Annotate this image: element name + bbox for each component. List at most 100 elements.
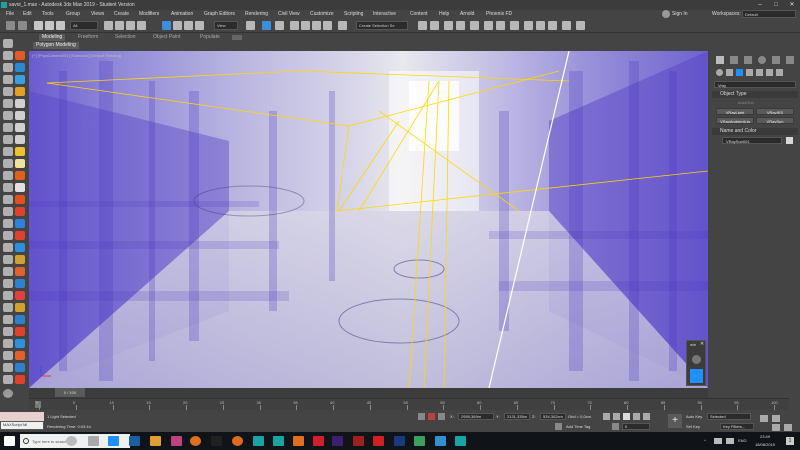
link-icon[interactable] bbox=[34, 21, 43, 30]
menu-civil-view[interactable]: Civil View bbox=[278, 11, 300, 17]
utilities-tab-icon[interactable] bbox=[786, 56, 794, 64]
display-tab-icon[interactable] bbox=[772, 56, 780, 64]
configure-icon[interactable] bbox=[3, 315, 13, 324]
create-cone-icon[interactable] bbox=[15, 99, 25, 108]
display-none-icon[interactable] bbox=[3, 63, 13, 72]
set-key-button[interactable]: Set Key bbox=[686, 424, 700, 429]
toggle-scene-explorer-icon[interactable] bbox=[444, 21, 453, 30]
spinner-snap-icon[interactable] bbox=[323, 21, 332, 30]
chrome-second-icon[interactable] bbox=[435, 436, 446, 446]
workspaces-select[interactable]: Default bbox=[742, 10, 796, 18]
bind-space-warp-icon[interactable] bbox=[56, 21, 65, 30]
vray-bitmap-icon[interactable] bbox=[15, 327, 25, 336]
select-and-move-icon[interactable] bbox=[162, 21, 171, 30]
geometry-icon[interactable] bbox=[716, 69, 723, 76]
clock-time[interactable]: 23:49 bbox=[760, 434, 770, 439]
viewport-camera[interactable]: [+] [PhysCamera001] [Standard] [Default … bbox=[29, 51, 708, 388]
task-view-icon[interactable] bbox=[108, 436, 119, 446]
tab-object-paint[interactable]: Object Paint bbox=[150, 34, 183, 41]
tab-modeling[interactable]: Modeling bbox=[39, 34, 66, 41]
snaps-toggle-icon[interactable] bbox=[290, 21, 299, 30]
display-helpers-icon[interactable] bbox=[3, 123, 13, 132]
user-icon[interactable] bbox=[662, 10, 670, 18]
select-and-place-icon[interactable] bbox=[195, 21, 204, 30]
menu-create[interactable]: Create bbox=[114, 11, 129, 17]
absolute-mode-icon[interactable] bbox=[438, 413, 445, 420]
key-filters-button[interactable]: Key Filters... bbox=[720, 423, 754, 430]
steam-icon[interactable] bbox=[211, 436, 222, 446]
time-slider-track[interactable] bbox=[29, 388, 708, 398]
isolate-icon[interactable] bbox=[3, 303, 13, 312]
menu-customize[interactable]: Customize bbox=[310, 11, 334, 17]
toggle-ribbon-icon[interactable] bbox=[470, 21, 479, 30]
vraysun-button[interactable]: VRaySun bbox=[756, 117, 794, 124]
menu-tools[interactable]: Tools bbox=[42, 11, 54, 17]
close-button[interactable]: ✕ bbox=[784, 0, 800, 10]
object-name-input[interactable]: VRaySun001 bbox=[722, 137, 782, 144]
display-influences-icon[interactable] bbox=[3, 183, 13, 192]
x-coordinate-field[interactable]: 2959,369m bbox=[458, 413, 494, 420]
create-plane-icon[interactable] bbox=[15, 111, 25, 120]
create-sphere-icon[interactable] bbox=[15, 51, 25, 60]
select-and-scale-icon[interactable] bbox=[184, 21, 193, 30]
options-icon[interactable] bbox=[3, 363, 13, 372]
render-setup-icon[interactable] bbox=[524, 21, 533, 30]
schematic-view-icon[interactable] bbox=[496, 21, 505, 30]
select-by-name-icon[interactable] bbox=[115, 21, 124, 30]
expand-icon[interactable] bbox=[3, 327, 13, 336]
zoom-extents-icon[interactable] bbox=[772, 415, 780, 422]
vray-clipper-icon[interactable] bbox=[15, 279, 25, 288]
create-light-icon[interactable] bbox=[15, 147, 25, 156]
menu-interactive[interactable]: Interactive bbox=[373, 11, 396, 17]
vray-sphere-icon[interactable] bbox=[15, 255, 25, 264]
select-and-rotate-icon[interactable] bbox=[173, 21, 182, 30]
display-dependencies-icon[interactable] bbox=[3, 195, 13, 204]
tab-selection[interactable]: Selection bbox=[112, 34, 139, 41]
select-none-icon[interactable] bbox=[3, 219, 13, 228]
create-torus-icon[interactable] bbox=[15, 75, 25, 84]
time-configuration-icon[interactable] bbox=[760, 415, 768, 422]
vray-volume-icon[interactable] bbox=[15, 291, 25, 300]
vray-light-icon[interactable] bbox=[15, 207, 25, 216]
layer-explorer-icon[interactable] bbox=[456, 21, 465, 30]
menu-arnold[interactable]: Arnold bbox=[460, 11, 474, 17]
maxscript-listener-top[interactable] bbox=[0, 412, 44, 421]
maximize-button[interactable]: □ bbox=[768, 0, 784, 10]
tab-freeform[interactable]: Freeform bbox=[75, 34, 101, 41]
display-cameras-icon[interactable] bbox=[3, 111, 13, 120]
vray-mesh-icon[interactable] bbox=[15, 267, 25, 276]
named-selection-set-input[interactable]: Create Selection Se bbox=[356, 21, 408, 30]
shapes-icon[interactable] bbox=[726, 69, 733, 76]
light-category-select[interactable]: Vray bbox=[714, 81, 796, 88]
collapse-icon[interactable] bbox=[3, 339, 13, 348]
menu-modifiers[interactable]: Modifiers bbox=[139, 11, 159, 17]
rectangular-selection-icon[interactable] bbox=[126, 21, 135, 30]
scene-explorer-icon[interactable] bbox=[3, 51, 13, 60]
percent-snap-icon[interactable] bbox=[312, 21, 321, 30]
window-crossing-icon[interactable] bbox=[137, 21, 146, 30]
z-coordinate-field[interactable]: 534,302cm bbox=[540, 413, 566, 420]
mirror-icon[interactable] bbox=[418, 21, 427, 30]
vray-fur-icon[interactable] bbox=[15, 231, 25, 240]
select-object-icon[interactable] bbox=[104, 21, 113, 30]
autogrid-checkbox[interactable]: AutoGrid bbox=[738, 100, 754, 105]
camera-app-icon[interactable] bbox=[88, 436, 99, 446]
create-cylinder-icon[interactable] bbox=[15, 63, 25, 72]
illustrator-icon[interactable] bbox=[353, 436, 364, 446]
mini-window-orbit-icon[interactable] bbox=[692, 355, 701, 364]
firefox-icon[interactable] bbox=[190, 436, 201, 446]
object-color-swatch[interactable] bbox=[786, 137, 793, 144]
vray-frame-buffer-icon[interactable] bbox=[15, 339, 25, 348]
vrayies-button[interactable]: VRayIES bbox=[756, 108, 794, 115]
time-tag-icon[interactable] bbox=[555, 423, 562, 430]
tab-populate[interactable]: Populate bbox=[197, 34, 223, 41]
app-red-icon[interactable] bbox=[313, 436, 324, 446]
previous-frame-icon[interactable] bbox=[613, 413, 620, 420]
menu-edit[interactable]: Edit bbox=[23, 11, 32, 17]
display-collections-icon[interactable] bbox=[3, 147, 13, 156]
create-helper-icon[interactable] bbox=[15, 183, 25, 192]
unlink-icon[interactable] bbox=[45, 21, 54, 30]
menu-phoenix-fd[interactable]: Phoenix FD bbox=[486, 11, 512, 17]
language-indicator[interactable]: ENG bbox=[738, 438, 747, 443]
volume-icon[interactable] bbox=[726, 438, 734, 444]
